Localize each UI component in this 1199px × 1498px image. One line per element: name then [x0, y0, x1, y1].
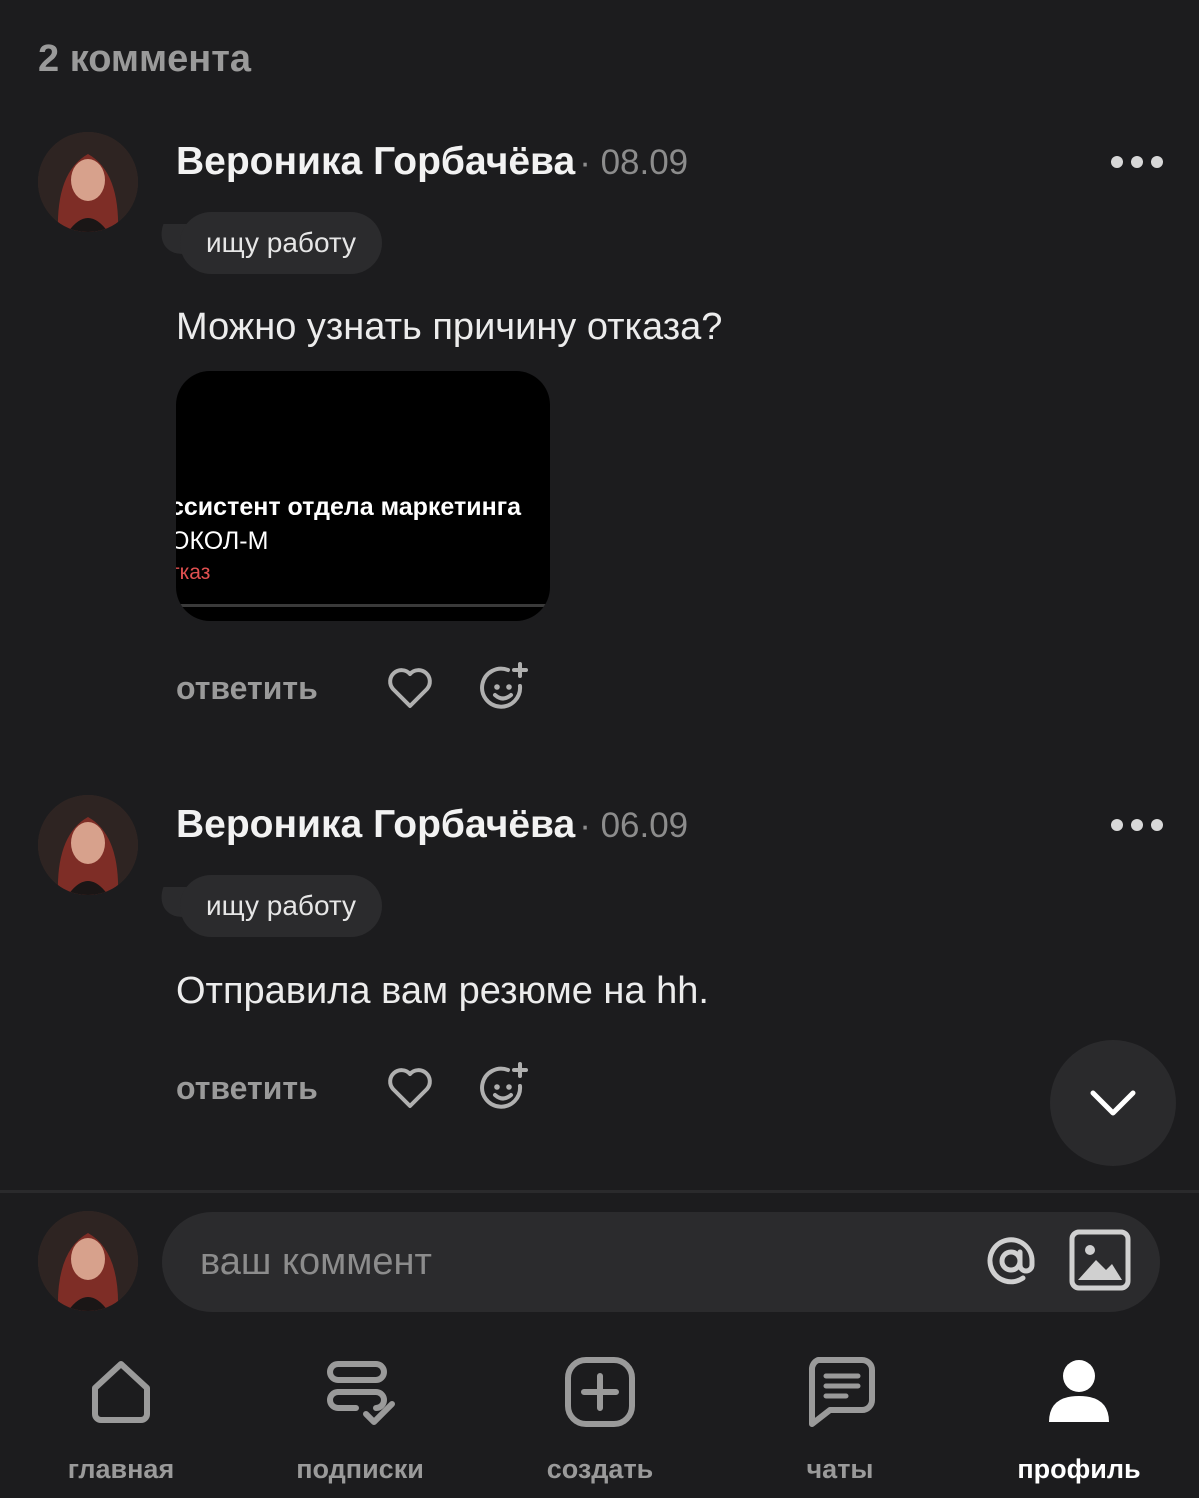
heart-icon[interactable] [382, 660, 438, 716]
create-plus-icon [565, 1357, 635, 1427]
attachment-image[interactable]: ссистент отдела маркетинга ОКОЛ-М тказ [176, 371, 550, 621]
nav-item-chats[interactable]: чаты [720, 1352, 960, 1485]
avatar [38, 1211, 138, 1311]
home-icon [92, 1361, 150, 1423]
status-tag: ищу работу [180, 875, 383, 937]
nav-label: подписки [296, 1454, 424, 1484]
add-reaction-icon[interactable] [476, 1060, 532, 1116]
nav-item-profile[interactable]: профиль [959, 1352, 1199, 1485]
comment-author[interactable]: Вероника Горбачёва · 06.09 [176, 803, 688, 847]
more-options-icon[interactable] [1111, 818, 1163, 832]
nav-label: создать [546, 1454, 654, 1484]
comment-actions: ответить [176, 660, 532, 716]
attachment-line-company: ОКОЛ-М [176, 527, 269, 555]
reply-button[interactable]: ответить [176, 670, 382, 707]
reply-button[interactable]: ответить [176, 1070, 382, 1107]
comment-text: Отправила вам резюме на hh. [176, 970, 709, 1012]
bottom-navigation: главная подписки создать чаты профиль [0, 1330, 1199, 1498]
comment-author[interactable]: Вероника Горбачёва · 08.09 [176, 140, 688, 184]
nav-label: чаты [806, 1454, 874, 1484]
avatar[interactable] [38, 132, 138, 232]
comments-count: 2 коммента [38, 38, 251, 80]
attachment-divider [176, 604, 550, 607]
heart-icon[interactable] [382, 1060, 438, 1116]
nav-item-subscriptions[interactable]: подписки [240, 1352, 480, 1485]
status-tag: ищу работу [180, 212, 383, 274]
scroll-down-button[interactable] [1050, 1040, 1176, 1166]
attachment-line-title: ссистент отдела маркетинга [176, 493, 522, 521]
chevron-down-icon [1090, 1090, 1136, 1116]
mention-icon[interactable] [980, 1230, 1042, 1292]
attachment-line-status: тказ [176, 561, 211, 584]
nav-label: профиль [1017, 1454, 1141, 1484]
nav-label: главная [67, 1454, 175, 1484]
subscriptions-icon [327, 1361, 395, 1425]
composer-divider [0, 1190, 1199, 1193]
chat-icon [809, 1357, 875, 1427]
comment-date: · 06.09 [579, 806, 689, 845]
nav-item-create[interactable]: создать [480, 1352, 720, 1485]
profile-icon [1049, 1360, 1109, 1422]
comment-date: · 08.09 [579, 143, 689, 182]
nav-item-home[interactable]: главная [1, 1352, 241, 1485]
image-attach-icon[interactable] [1068, 1228, 1132, 1292]
add-reaction-icon[interactable] [476, 660, 532, 716]
more-options-icon[interactable] [1111, 155, 1163, 169]
avatar[interactable] [38, 795, 138, 895]
comment-actions: ответить [176, 1060, 532, 1116]
comment-text: Можно узнать причину отказа? [176, 306, 723, 348]
